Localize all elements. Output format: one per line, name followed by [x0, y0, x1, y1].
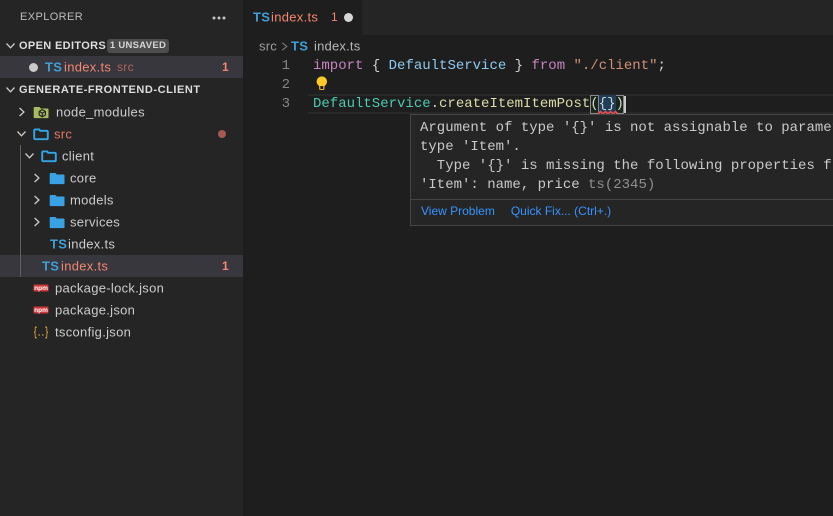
svg-text:npm: npm [34, 307, 48, 314]
svg-text:{..}: {..} [34, 325, 49, 340]
svg-text:npm: npm [34, 285, 48, 292]
